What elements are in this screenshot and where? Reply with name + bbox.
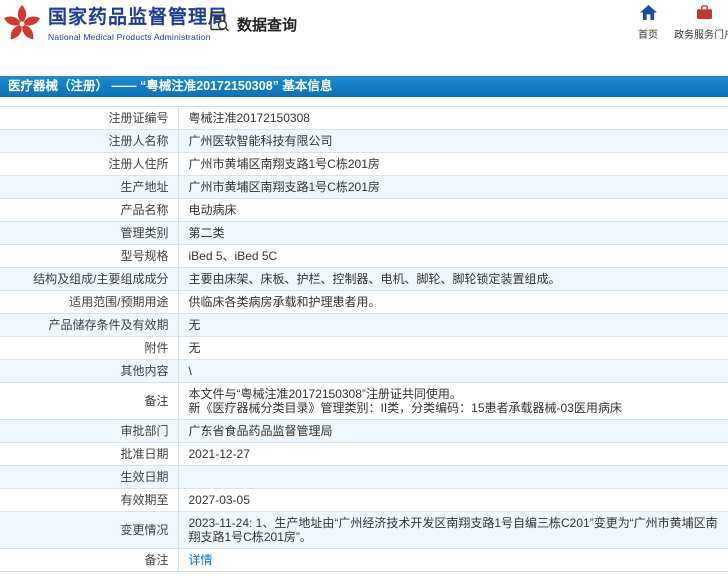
table-row: 生效日期	[0, 465, 728, 489]
row-label: 管理类别	[0, 221, 179, 245]
row-value: 本文件与“粤械注准20172150308”注册证共同使用。 新《医疗器械分类目录…	[177, 382, 728, 420]
table-row: 变更情况 2023-11-24: 1、生产地址由“广州经济技术开发区南翔支路1号自…	[0, 511, 728, 549]
row-value: 广州医软智能科技有限公司	[177, 129, 728, 153]
org-name-cn: 国家药品监督管理局	[48, 7, 229, 28]
row-label: 注册人住所	[0, 152, 179, 176]
table-row: 备注 本文件与“粤械注准20172150308”注册证共同使用。 新《医疗器械分类…	[0, 382, 728, 420]
table-row: 结构及组成/主要组成成分 主要由床架、床板、护栏、控制器、电机、脚轮、脚轮锁定装置…	[0, 267, 728, 291]
document-search-icon	[208, 11, 230, 37]
row-label: 附件	[0, 336, 179, 360]
brand-text: 国家药品监督管理局 National Medical Products Admi…	[48, 3, 228, 42]
row-value: 2023-11-24: 1、生产地址由“广州经济技术开发区南翔支路1号自编三栋C…	[177, 511, 728, 549]
nmpa-emblem-icon	[2, 3, 42, 45]
row-value: 主要由床架、床板、护栏、控制器、电机、脚轮、脚轮锁定装置组成。	[177, 267, 728, 291]
table-row: 生产地址 广州市黄埔区南翔支路1号C栋201房	[0, 175, 728, 199]
data-query-tab[interactable]: 数据查询	[208, 11, 297, 37]
table-row: 型号规格 iBed 5、iBed 5C	[0, 244, 728, 268]
table-row: 注册人名称 广州医软智能科技有限公司	[0, 129, 728, 153]
row-label: 变更情况	[0, 511, 179, 549]
brand: 国家药品监督管理局 National Medical Products Admi…	[2, 3, 228, 45]
row-value: 2021-12-27	[177, 442, 728, 466]
row-label: 结构及组成/主要组成成分	[0, 267, 179, 291]
data-query-label: 数据查询	[237, 16, 298, 34]
row-value: 广东省食品药品监督管理局	[177, 419, 728, 443]
row-value: 电动病床	[177, 198, 728, 222]
home-icon	[639, 5, 657, 23]
row-label: 审批部门	[0, 419, 179, 443]
page-title-bar: 医疗器械（注册） —— “粤械注准20172150308” 基本信息	[0, 76, 728, 97]
row-label: 生效日期	[0, 465, 179, 489]
row-label: 生产地址	[0, 175, 179, 199]
row-label: 适用范围/预期用途	[0, 290, 179, 314]
briefcase-icon	[696, 5, 713, 23]
row-label: 批准日期	[0, 442, 179, 466]
info-table: 注册证编号 粤械注准20172150308 注册人名称 广州医软智能科技有限公司 注册人…	[0, 106, 728, 572]
table-row: 有效期至 2027-03-05	[0, 488, 728, 512]
table-row: 备注 详情	[0, 548, 728, 572]
page-title: 医疗器械（注册） —— “粤械注准20172150308” 基本信息	[8, 79, 333, 93]
detail-link[interactable]: 详情	[189, 553, 213, 567]
row-value	[177, 465, 728, 489]
table-row: 产品储存条件及有效期无	[0, 313, 728, 337]
table-row: 管理类别 第二类	[0, 221, 728, 245]
row-label: 其他内容	[0, 359, 179, 383]
row-value: \	[177, 359, 728, 383]
page: 国家药品监督管理局 National Medical Products Admi…	[0, 0, 728, 582]
row-value: 详情	[177, 548, 728, 572]
site-header: 国家药品监督管理局 National Medical Products Admi…	[0, 0, 728, 62]
row-value: 无	[177, 336, 728, 360]
table-row: 附件无	[0, 336, 728, 360]
row-label: 产品名称	[0, 198, 179, 222]
row-value: 广州市黄埔区南翔支路1号C栋201房	[177, 175, 728, 199]
row-value: 供临床各类病房承载和护理患者用。	[177, 290, 728, 314]
row-value: 2027-03-05	[177, 488, 728, 512]
row-label: 产品储存条件及有效期	[0, 313, 179, 337]
row-label: 注册证编号	[0, 106, 179, 130]
row-label: 备注	[0, 548, 179, 572]
table-row: 审批部门 广东省食品药品监督管理局	[0, 419, 728, 443]
table-row: 产品名称 电动病床	[0, 198, 728, 222]
table-row: 注册人住所 广州市黄埔区南翔支路1号C栋201房	[0, 152, 728, 176]
row-label: 有效期至	[0, 488, 179, 512]
nav-portal[interactable]: 政务服务门户	[674, 5, 728, 41]
table-row: 其他内容 \	[0, 359, 728, 383]
row-value: 广州市黄埔区南翔支路1号C栋201房	[177, 152, 728, 176]
org-name-en: National Medical Products Administration	[48, 32, 211, 42]
row-label: 型号规格	[0, 244, 179, 268]
nav-home[interactable]: 首页	[626, 5, 670, 41]
row-value: 粤械注准20172150308	[177, 106, 728, 130]
nav-portal-label: 政务服务门户	[674, 30, 728, 41]
table-row: 批准日期 2021-12-27	[0, 442, 728, 466]
row-label: 注册人名称	[0, 129, 179, 153]
row-value: 第二类	[177, 221, 728, 245]
row-value: iBed 5、iBed 5C	[177, 244, 728, 268]
row-value: 无	[177, 313, 728, 337]
row-label: 备注	[0, 382, 179, 420]
table-row: 注册证编号 粤械注准20172150308	[0, 106, 728, 130]
nav-home-label: 首页	[638, 30, 658, 41]
table-row: 适用范围/预期用途 供临床各类病房承载和护理患者用。	[0, 290, 728, 314]
